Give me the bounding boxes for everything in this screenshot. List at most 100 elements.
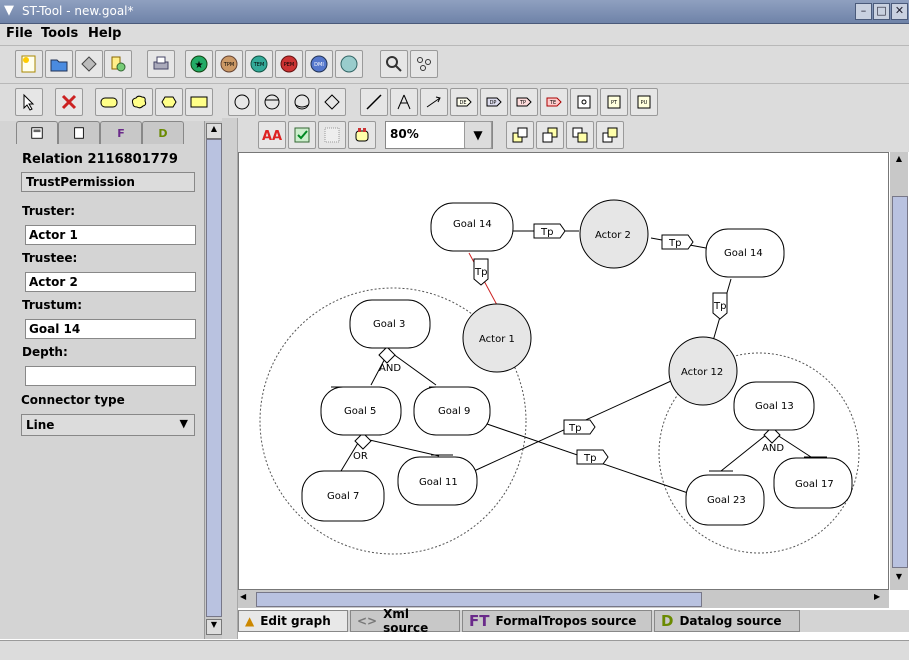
means-end-tool[interactable] <box>420 88 448 116</box>
decomposition-tool[interactable] <box>390 88 418 116</box>
delete-tool[interactable] <box>55 88 83 116</box>
goal-node[interactable]: Goal 14 <box>705 228 785 278</box>
canvas-vscroll-thumb[interactable] <box>892 196 908 568</box>
menu-help[interactable]: Help <box>88 26 121 41</box>
print-button[interactable] <box>147 50 175 78</box>
layout-button[interactable] <box>104 50 132 78</box>
softgoal-shape-tool[interactable] <box>125 88 153 116</box>
task-shape-tool[interactable] <box>185 88 213 116</box>
check-star-button[interactable]: ★ <box>185 50 213 78</box>
check-dmi-button[interactable]: DMI <box>305 50 333 78</box>
position-shape-tool[interactable] <box>318 88 346 116</box>
tab-edit-graph[interactable]: ▲ Edit graph <box>238 610 348 632</box>
splitter[interactable] <box>222 118 238 639</box>
pu-link-tool[interactable]: PU <box>630 88 658 116</box>
new-file-button[interactable] <box>15 50 43 78</box>
scroll-up-icon[interactable]: ▲ <box>892 154 906 168</box>
tp-link-tool[interactable]: TP <box>510 88 538 116</box>
tp-label[interactable]: Tp <box>563 419 596 435</box>
tp-label[interactable]: Tp <box>473 258 489 286</box>
chevron-down-icon: ▼ <box>473 128 483 142</box>
maximize-button[interactable]: □ <box>873 3 890 20</box>
layout-tree-button[interactable]: AA <box>258 121 286 149</box>
te-link-tool[interactable]: TE <box>540 88 568 116</box>
o-link-tool[interactable] <box>570 88 598 116</box>
trustee-field[interactable]: Actor 2 <box>25 272 196 292</box>
goal-node[interactable]: Goal 5 <box>320 386 402 436</box>
resource-shape-tool[interactable] <box>155 88 183 116</box>
save-file-button[interactable] <box>75 50 103 78</box>
tp-label[interactable]: Tp <box>533 223 566 239</box>
drawing-toolbar: DE DP TP TE PT PU <box>0 83 909 121</box>
check-tem-button[interactable]: TEM <box>245 50 273 78</box>
actor-node[interactable]: Actor 1 <box>462 303 532 373</box>
check-all-button[interactable] <box>335 50 363 78</box>
truster-field[interactable]: Actor 1 <box>25 225 196 245</box>
tab-datalog-source[interactable]: D Datalog source <box>654 610 800 632</box>
goal-node[interactable]: Goal 13 <box>733 381 815 431</box>
tp-label[interactable]: Tp <box>661 234 694 250</box>
depth-field[interactable] <box>25 366 196 386</box>
canvas-vertical-scrollbar[interactable]: ▲ ▼ <box>890 152 908 590</box>
goal-node[interactable]: Goal 3 <box>349 299 431 349</box>
canvas-horizontal-scrollbar[interactable]: ◀ ▶ <box>238 590 889 608</box>
group-button[interactable] <box>566 121 594 149</box>
menu-tools[interactable]: Tools <box>41 26 78 41</box>
panel-scroll-thumb[interactable] <box>206 139 222 617</box>
agent-shape-tool[interactable] <box>258 88 286 116</box>
actor-node[interactable]: Actor 12 <box>668 336 738 406</box>
to-back-button[interactable] <box>536 121 564 149</box>
goal-node[interactable]: Goal 17 <box>773 457 853 509</box>
tp-label[interactable]: Tp <box>576 449 609 465</box>
ports-button[interactable] <box>348 121 376 149</box>
menu-file[interactable]: File <box>6 26 33 41</box>
link-tool[interactable] <box>360 88 388 116</box>
pointer-tool[interactable] <box>15 88 43 116</box>
validate-button[interactable] <box>288 121 316 149</box>
scroll-right-icon[interactable]: ▶ <box>874 592 888 606</box>
trustum-field[interactable]: Goal 14 <box>25 319 196 339</box>
scroll-down-icon[interactable]: ▼ <box>892 572 906 586</box>
tab-datalog[interactable]: D <box>142 121 184 144</box>
actor-node[interactable]: Actor 2 <box>579 199 649 269</box>
graph-canvas[interactable]: AND OR AND Tp Tp Tp Tp Tp Tp Actor 2 Act… <box>238 152 889 590</box>
tp-label[interactable]: Tp <box>712 292 728 320</box>
to-front-button[interactable] <box>506 121 534 149</box>
check-tpm-button[interactable]: TPM <box>215 50 243 78</box>
goal-node[interactable]: Goal 9 <box>413 386 491 436</box>
scroll-down-icon[interactable]: ▼ <box>206 619 222 635</box>
pt-link-tool[interactable]: PT <box>600 88 628 116</box>
panel-scrollbar[interactable]: ▲ ▼ <box>204 121 222 639</box>
goal-shape-tool[interactable] <box>95 88 123 116</box>
tab-formaltropos[interactable]: F <box>100 121 142 144</box>
close-button[interactable]: ✕ <box>891 3 908 20</box>
network-button[interactable] <box>410 50 438 78</box>
goal-node[interactable]: Goal 23 <box>685 474 765 526</box>
scroll-left-icon[interactable]: ◀ <box>240 592 254 606</box>
goal-node[interactable]: Goal 11 <box>397 456 478 506</box>
dp-link-tool[interactable]: DP <box>480 88 508 116</box>
grid-button[interactable] <box>318 121 346 149</box>
actor-shape-tool[interactable] <box>228 88 256 116</box>
open-file-button[interactable] <box>45 50 73 78</box>
tab-properties[interactable] <box>16 121 58 144</box>
document-icon <box>74 127 84 139</box>
tab-xml-source[interactable]: <> Xml source <box>350 607 460 635</box>
system-menu-icon[interactable]: ▼ <box>4 3 14 18</box>
minimize-button[interactable]: – <box>855 3 872 20</box>
goal-node[interactable]: Goal 14 <box>430 202 514 252</box>
canvas-hscroll-thumb[interactable] <box>256 592 702 607</box>
role-shape-tool[interactable] <box>288 88 316 116</box>
goal-node[interactable]: Goal 7 <box>301 470 385 522</box>
graph-diagram: AND OR AND Tp Tp Tp Tp Tp Tp Actor 2 Act… <box>259 199 860 555</box>
scroll-up-icon[interactable]: ▲ <box>206 123 222 139</box>
tab-document[interactable] <box>58 121 100 144</box>
connector-type-label: Connector type <box>21 393 125 407</box>
zoom-dropdown-button[interactable]: ▼ <box>464 121 492 149</box>
tab-formaltropos-source[interactable]: FT FormalTropos source <box>462 610 652 632</box>
connector-type-select[interactable]: Line ▼ <box>21 414 195 436</box>
ungroup-button[interactable] <box>596 121 624 149</box>
de-link-tool[interactable]: DE <box>450 88 478 116</box>
zoom-search-button[interactable] <box>380 50 408 78</box>
check-pem-button[interactable]: PEM <box>275 50 303 78</box>
